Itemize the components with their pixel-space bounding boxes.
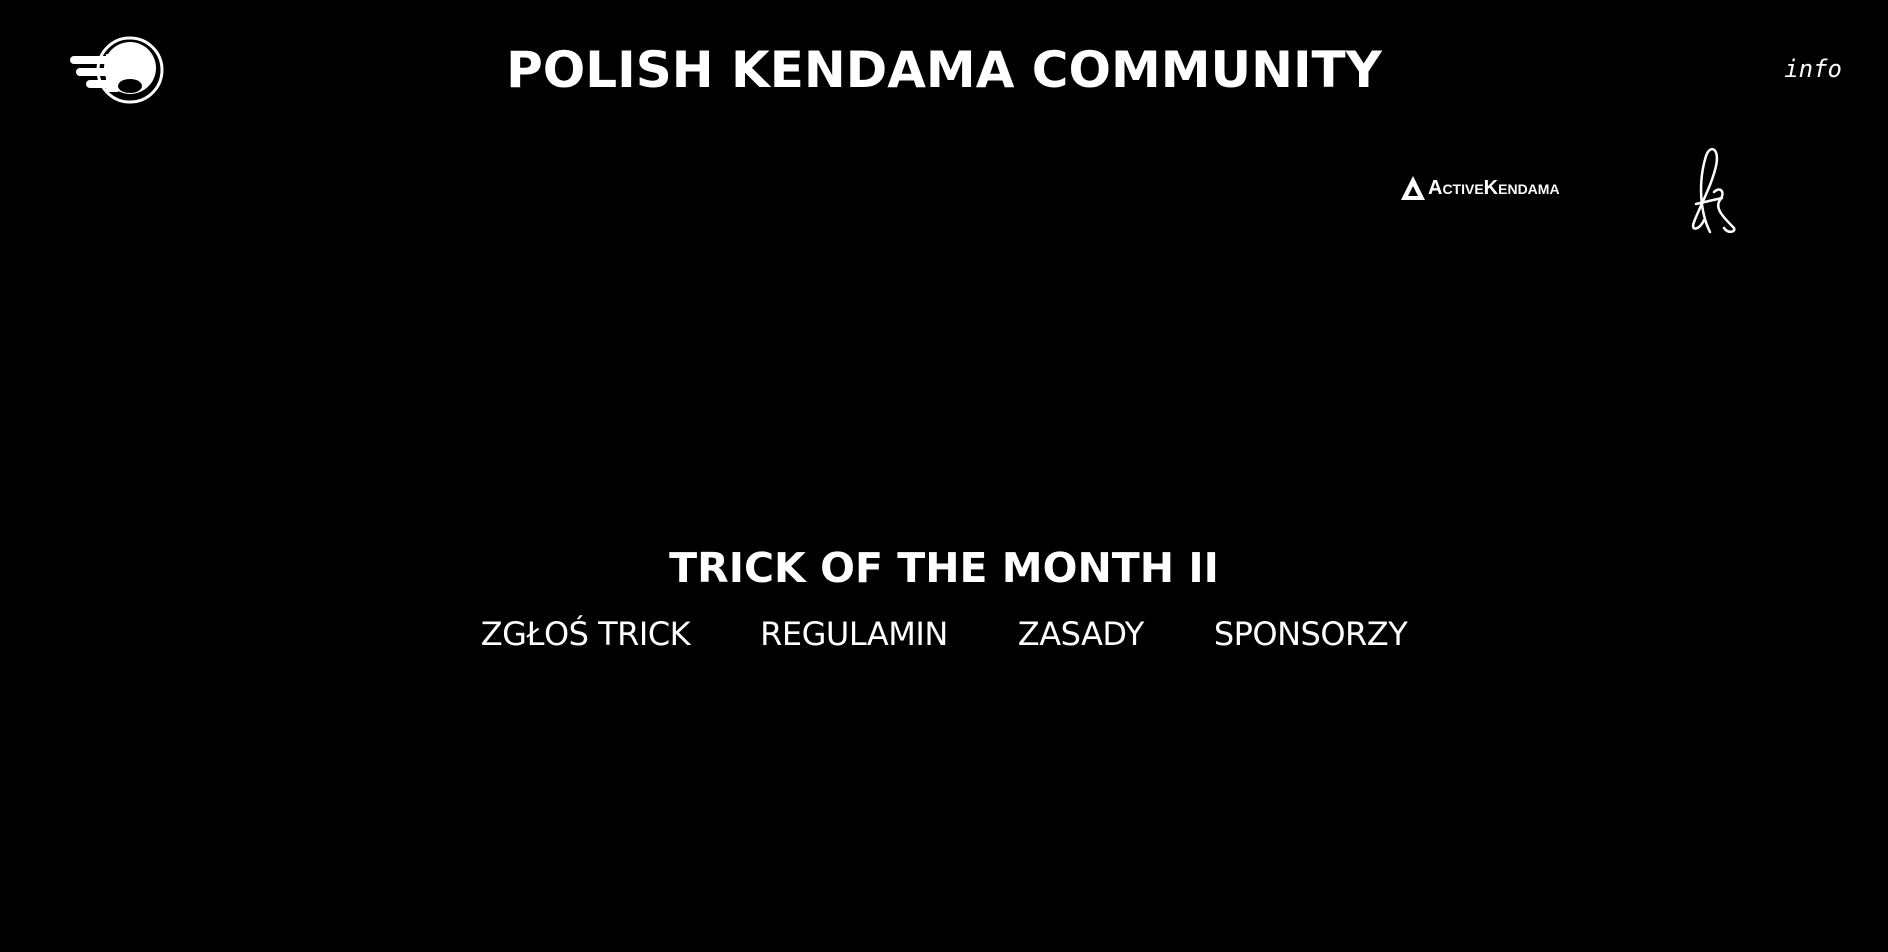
- sponsor-active-kendama[interactable]: ActiveKendama: [1400, 172, 1560, 204]
- active-kendama-icon: [1401, 176, 1425, 200]
- page: POLISH KENDAMA COMMUNITY info ActiveKend…: [0, 0, 1888, 952]
- nav-link-zasady[interactable]: ZASADY: [1018, 612, 1145, 656]
- site-title: POLISH KENDAMA COMMUNITY: [506, 41, 1382, 99]
- nav-link-zglos-trick[interactable]: ZGŁOŚ TRICK: [481, 612, 691, 656]
- section-title: TRICK OF THE MONTH II: [669, 544, 1219, 592]
- signature-logo-icon[interactable]: [1680, 142, 1740, 238]
- sponsor-active-kendama-label: ActiveKendama: [1428, 176, 1560, 199]
- section-nav: ZGŁOŚ TRICK REGULAMIN ZASADY SPONSORZY: [0, 612, 1888, 656]
- trick-of-the-month-section: TRICK OF THE MONTH II ZGŁOŚ TRICK REGULA…: [0, 540, 1888, 656]
- nav-link-regulamin[interactable]: REGULAMIN: [760, 612, 948, 656]
- nav-link-sponsorzy[interactable]: SPONSORZY: [1214, 612, 1408, 656]
- info-link[interactable]: info: [1784, 54, 1842, 84]
